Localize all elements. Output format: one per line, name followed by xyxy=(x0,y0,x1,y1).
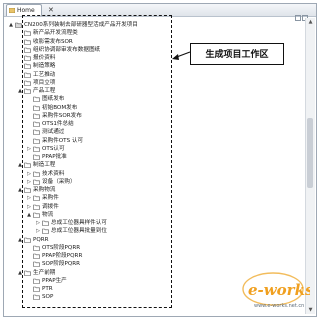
svg-text:www.e-works.net.cn: www.e-works.net.cn xyxy=(254,303,304,309)
window-controls xyxy=(294,6,312,21)
scroll-thumb[interactable] xyxy=(307,118,313,188)
tab-close-button[interactable]: ✕ xyxy=(48,5,54,15)
scroll-up-icon[interactable]: ▲ xyxy=(306,18,315,26)
expanded-twisty-icon[interactable]: ▲ xyxy=(8,21,14,29)
tab-home-label: Home xyxy=(17,7,35,14)
minimize-button[interactable] xyxy=(295,15,301,21)
callout-label: 生成项目工作区 xyxy=(190,43,284,65)
e-works-logo: e-works www.e-works.net.cn xyxy=(242,272,310,309)
svg-text:e-works: e-works xyxy=(248,281,310,299)
home-icon xyxy=(9,8,15,13)
root-icon xyxy=(15,22,22,28)
workspace-selection-box xyxy=(22,15,172,308)
